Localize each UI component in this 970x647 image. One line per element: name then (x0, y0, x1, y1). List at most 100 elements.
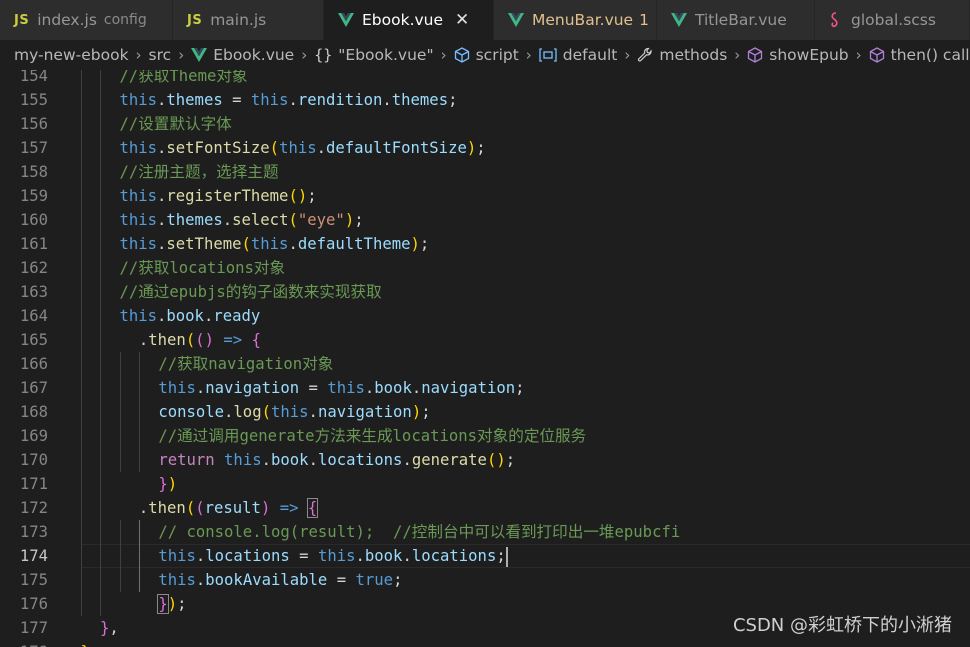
breadcrumb: my-new-ebook › src › Ebook.vue › {} "Ebook.vue"… (0, 40, 970, 70)
indent-guide (119, 352, 121, 472)
line-number: 163 (19, 283, 48, 301)
code-token: . (195, 379, 206, 397)
code-token: ; (505, 451, 516, 469)
code-token: book (271, 451, 309, 469)
vue-icon (508, 13, 524, 27)
code-token: locations (411, 547, 497, 565)
code-line[interactable]: 154 //获取Theme对象 (0, 70, 970, 88)
breadcrumb-item[interactable]: methods (637, 46, 727, 64)
indent-guide (139, 352, 141, 472)
code-token: setTheme (166, 235, 242, 253)
code-line[interactable]: 157 this.setFontSize(this.defaultFontSize… (0, 136, 970, 160)
code-line[interactable]: 165 .then(() => { (0, 328, 970, 352)
code-token: ) (410, 235, 420, 253)
code-token: this (250, 91, 289, 109)
code-token: . (157, 187, 167, 205)
code-text: this.locations = this.book.locations; (158, 544, 508, 568)
code-token: , (109, 619, 119, 637)
code-token: . (308, 451, 318, 469)
code-line[interactable]: 166 //获取navigation对象 (0, 352, 970, 376)
breadcrumb-item[interactable]: my-new-ebook (14, 46, 129, 64)
code-token: this (250, 235, 289, 253)
code-line[interactable]: 168 console.log(this.navigation); (0, 400, 970, 424)
editor-tab-bar: JS index.js config JS main.js Ebook.vue ✕ MenuB… (0, 0, 970, 40)
code-token: navigation (205, 379, 300, 397)
code-token: ) (411, 403, 422, 421)
code-token: // console.log(result); //控制台中可以看到打印出一堆e… (158, 523, 681, 541)
code-line[interactable]: 175 this.bookAvailable = true; (0, 568, 970, 592)
code-line[interactable]: 162 //获取locations对象 (0, 256, 970, 280)
code-line[interactable]: 178} (0, 640, 970, 647)
code-token: . (157, 139, 167, 157)
matched-bracket: { (306, 498, 319, 518)
code-line[interactable]: 171}) (0, 472, 970, 496)
cube-outline-icon (454, 47, 470, 63)
breadcrumb-item[interactable]: src (149, 46, 172, 64)
close-icon[interactable]: ✕ (455, 10, 469, 30)
breadcrumb-label: my-new-ebook (14, 46, 129, 64)
code-line[interactable]: 167 this.navigation = this.book.navigatio… (0, 376, 970, 400)
tab-menubar-vue[interactable]: MenuBar.vue 1 (494, 0, 657, 40)
code-token: ( (185, 499, 196, 517)
code-line[interactable]: 160 this.themes.select("eye"); (0, 208, 970, 232)
text-cursor (505, 546, 508, 567)
code-line[interactable]: 163 //通过epubjs的钩子函数来实现获取 (0, 280, 970, 304)
breadcrumb-item[interactable]: showEpub (747, 46, 849, 64)
breadcrumb-item[interactable]: script (454, 46, 519, 64)
code-text: //通过调用generate方法来生成locations对象的定位服务 (158, 424, 586, 448)
code-token: ; (307, 187, 317, 205)
tab-ebook-vue[interactable]: Ebook.vue ✕ (324, 0, 494, 40)
code-token: this (158, 571, 196, 589)
breadcrumb-item[interactable]: Ebook.vue (191, 46, 294, 64)
code-line[interactable]: 155 this.themes = this.rendition.themes; (0, 88, 970, 112)
tab-titlebar-vue[interactable]: TitleBar.vue (657, 0, 815, 40)
code-token: ; (515, 379, 525, 397)
breadcrumb-item[interactable]: then() callback (869, 46, 970, 64)
code-token: . (203, 307, 214, 325)
code-token: ; (476, 139, 486, 157)
code-line[interactable]: 169 //通过调用generate方法来生成locations对象的定位服务 (0, 424, 970, 448)
code-token: book (166, 307, 204, 325)
code-token: . (364, 379, 375, 397)
line-number: 155 (19, 91, 48, 109)
code-token: //通过调用generate方法来生成locations对象的定位服务 (158, 427, 587, 445)
code-line[interactable]: 172 .then((result) => { (0, 496, 970, 520)
breadcrumb-item[interactable]: default (539, 46, 617, 64)
line-number: 157 (19, 139, 48, 157)
js-icon: JS (187, 12, 203, 28)
code-text: .then(() => { (139, 328, 261, 352)
tab-global-scss[interactable]: global.scss (815, 0, 970, 40)
code-token: select (232, 211, 289, 229)
code-line[interactable]: 173 // console.log(result); //控制台中可以看到打印出… (0, 520, 970, 544)
code-line[interactable]: 164 this.book.ready (0, 304, 970, 328)
code-line[interactable]: 159 this.registerTheme(); (0, 184, 970, 208)
breadcrumb-label: "Ebook.vue" (338, 46, 434, 64)
code-line[interactable]: 158 //注册主题，选择主题 (0, 160, 970, 184)
tab-label: global.scss (851, 11, 936, 29)
breadcrumb-item[interactable]: {} "Ebook.vue" (314, 46, 433, 64)
code-token: } (100, 619, 110, 637)
code-text: this.navigation = this.book.navigation; (158, 376, 524, 400)
code-text: .then((result) => { (139, 496, 319, 520)
line-number: 158 (19, 163, 48, 181)
line-number: 176 (19, 595, 48, 613)
code-text: }) (158, 472, 177, 496)
code-token: ( (261, 403, 271, 421)
code-line[interactable]: 161 this.setTheme(this.defaultTheme); (0, 232, 970, 256)
indent-guide (100, 70, 102, 616)
code-token: ) (344, 211, 355, 229)
tab-index-js[interactable]: JS index.js config (0, 0, 173, 40)
code-text: //设置默认字体 (119, 112, 231, 136)
code-token: //获取Theme对象 (119, 70, 248, 85)
breadcrumb-label: Ebook.vue (213, 46, 295, 64)
line-number: 167 (19, 379, 48, 397)
code-token: ; (177, 595, 187, 613)
code-text: } (81, 640, 90, 647)
code-line[interactable]: 170 return this.book.locations.generate()… (0, 448, 970, 472)
tab-main-js[interactable]: JS main.js (173, 0, 324, 40)
code-text: }, (100, 616, 119, 640)
code-editor[interactable]: 154//获取Theme对象 155 this.themes = this.rend… (0, 70, 970, 647)
code-line[interactable]: 174 this.locations = this.book.locations; (0, 544, 970, 568)
code-line[interactable]: 156 //设置默认字体 (0, 112, 970, 136)
